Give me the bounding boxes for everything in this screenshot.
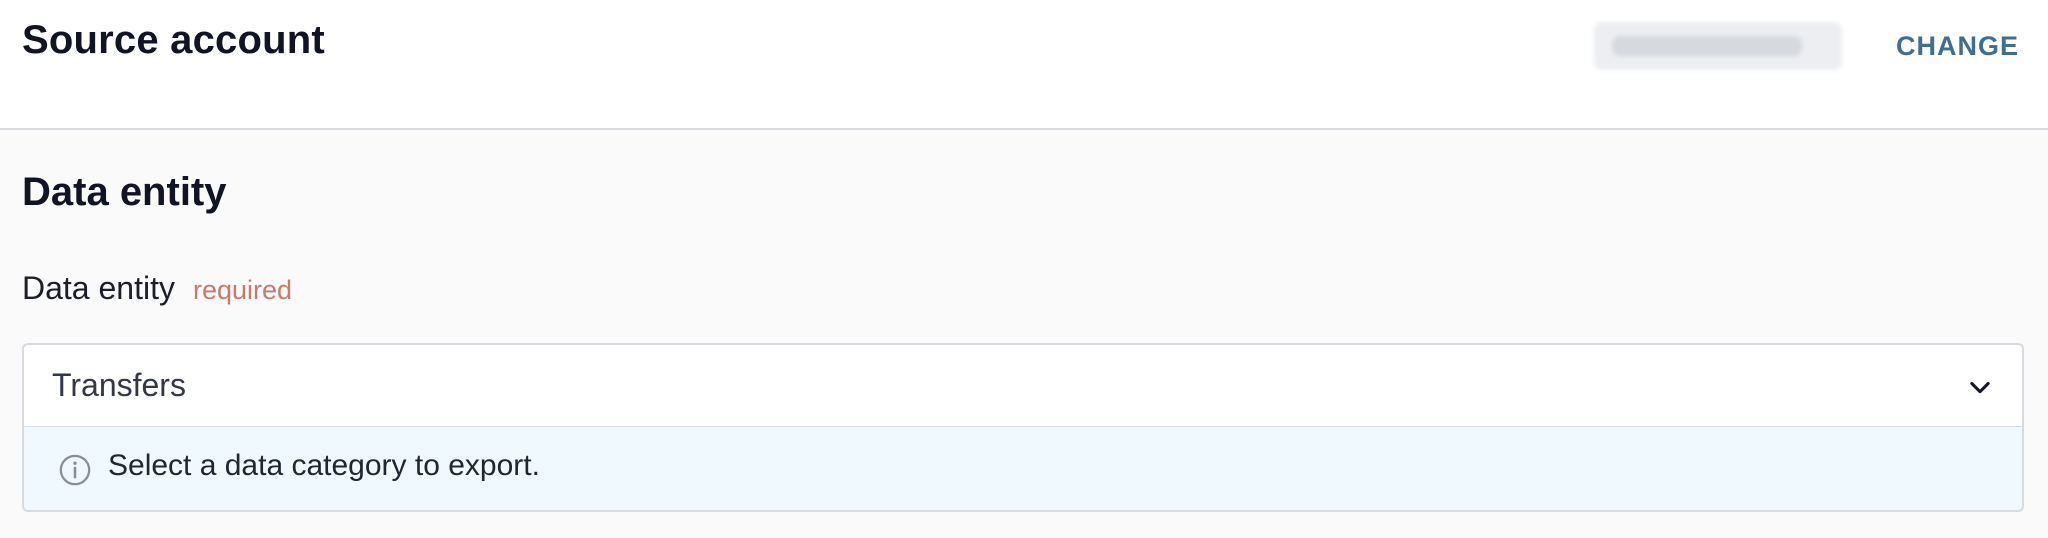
account-identifier-redacted: [1594, 22, 1842, 70]
source-account-title: Source account: [22, 18, 325, 62]
field-label-row: Data entity required: [22, 270, 292, 307]
chevron-down-icon[interactable]: [1966, 373, 1994, 401]
field-hint: Select a data category to export.: [22, 427, 2024, 512]
data-entity-select[interactable]: Transfers: [22, 343, 2024, 427]
change-source-button[interactable]: CHANGE: [1890, 28, 2025, 64]
page: Source account CHANGE Data entity Data e…: [0, 0, 2048, 538]
data-entity-field-label: Data entity: [22, 270, 175, 306]
info-icon: [59, 454, 91, 486]
section-title: Data entity: [22, 170, 227, 214]
select-value: Transfers: [52, 367, 186, 403]
required-tag: required: [192, 275, 293, 305]
hint-text: Select a data category to export.: [108, 449, 540, 482]
data-entity-section: Data entity Data entity required Transfe…: [0, 130, 2048, 538]
source-account-header: Source account CHANGE: [0, 0, 2048, 130]
